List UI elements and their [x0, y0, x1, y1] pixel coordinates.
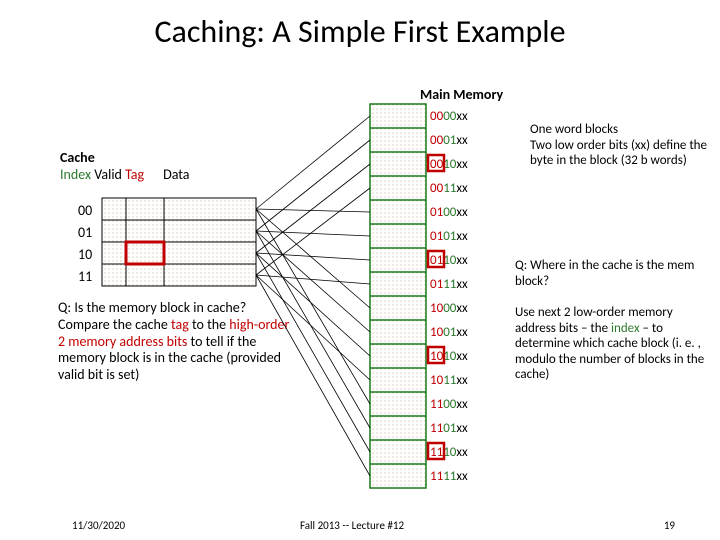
memory-address-12: 1100xx [430, 397, 468, 412]
cache-table [102, 198, 256, 286]
memory-address-15: 1111xx [430, 469, 468, 484]
memory-address-3: 0011xx [430, 181, 468, 196]
mapping-lines [256, 116, 370, 476]
diagram-svg: 0000xx0001xx0010xx0011xx0100xx0101xx0110… [0, 0, 720, 540]
memory-address-1: 0001xx [430, 133, 468, 148]
memory-address-5: 0101xx [430, 229, 468, 244]
memory-address-4: 0100xx [430, 205, 468, 220]
memory-address-7: 0111xx [430, 277, 468, 292]
memory-address-9: 1001xx [430, 325, 468, 340]
memory-address-0: 0000xx [430, 109, 468, 124]
memory-address-8: 1000xx [430, 301, 468, 316]
memory-address-11: 1011xx [430, 373, 468, 388]
memory-address-13: 1101xx [430, 421, 468, 436]
